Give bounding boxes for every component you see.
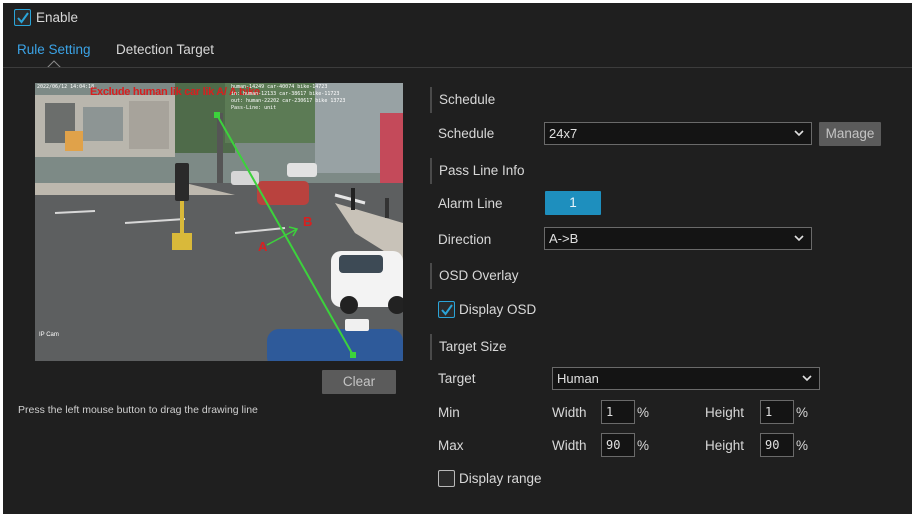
schedule-select[interactable]: 24x7 <box>544 122 812 145</box>
tab-detection-target[interactable]: Detection Target <box>116 42 214 57</box>
max-label: Max <box>438 438 464 453</box>
checkmark-icon <box>441 304 453 316</box>
osd-section-title: OSD Overlay <box>430 263 519 289</box>
schedule-select-value: 24x7 <box>549 126 578 141</box>
target-label: Target <box>438 371 476 386</box>
chevron-down-icon <box>794 130 804 137</box>
tab-rule-setting[interactable]: Rule Setting <box>17 42 91 57</box>
min-height-label: Height <box>705 405 745 420</box>
drawing-hint: Press the left mouse button to drag the … <box>18 404 258 416</box>
max-height-label: Height <box>705 438 745 453</box>
target-size-section-title: Target Size <box>430 334 507 360</box>
camera-preview[interactable]: 2022/06/12 14:04:18 Exclude human lik ca… <box>35 83 403 361</box>
direction-select-value: A->B <box>549 231 579 246</box>
alarm-line-overlay[interactable] <box>35 83 403 361</box>
direction-select[interactable]: A->B <box>544 227 812 250</box>
manage-button[interactable]: Manage <box>819 122 881 146</box>
min-height-unit: % <box>796 405 809 420</box>
schedule-section-title: Schedule <box>430 87 495 113</box>
min-label: Min <box>438 405 460 420</box>
alarm-line-end-handle[interactable] <box>350 352 356 358</box>
pass-line-section-title: Pass Line Info <box>430 158 525 184</box>
display-range-checkbox[interactable] <box>438 470 455 487</box>
checkmark-icon <box>17 12 29 24</box>
min-width-unit: % <box>637 405 650 420</box>
direction-label: Direction <box>438 232 492 247</box>
line-label-a: A <box>258 239 268 254</box>
clear-button[interactable]: Clear <box>322 370 396 394</box>
enable-label: Enable <box>36 10 79 25</box>
max-width-unit: % <box>637 438 650 453</box>
alarm-line-start-handle[interactable] <box>214 112 220 118</box>
chevron-down-icon <box>802 375 812 382</box>
max-height-input[interactable]: 90 <box>760 433 794 457</box>
settings-panel: Enable Rule Setting Detection Target 202… <box>3 3 912 514</box>
alarm-line-1-button[interactable]: 1 <box>545 191 601 215</box>
max-height-unit: % <box>796 438 809 453</box>
display-osd-label: Display OSD <box>459 302 537 317</box>
schedule-label: Schedule <box>438 126 495 141</box>
max-width-input[interactable]: 90 <box>601 433 635 457</box>
target-select[interactable]: Human <box>552 367 820 390</box>
tab-divider <box>3 67 912 68</box>
enable-checkbox[interactable] <box>14 9 31 26</box>
display-range-label: Display range <box>459 471 542 486</box>
min-height-input[interactable]: 1 <box>760 400 794 424</box>
display-osd-checkbox[interactable] <box>438 301 455 318</box>
line-label-b: B <box>303 214 313 229</box>
min-width-label: Width <box>552 405 587 420</box>
chevron-down-icon <box>794 235 804 242</box>
min-width-input[interactable]: 1 <box>601 400 635 424</box>
target-select-value: Human <box>557 371 599 386</box>
max-width-label: Width <box>552 438 587 453</box>
alarm-line-label: Alarm Line <box>438 196 503 211</box>
